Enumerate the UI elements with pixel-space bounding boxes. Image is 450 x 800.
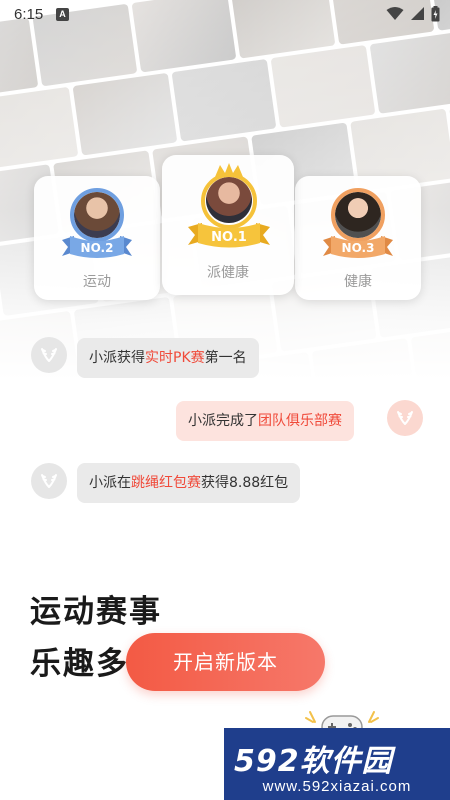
watermark-url: www.592xiazai.com: [262, 778, 412, 795]
notification-icon: A: [56, 8, 69, 21]
rank-card-third: NO.3 健康: [295, 176, 421, 300]
gold-medal-icon: NO.1: [188, 163, 270, 248]
rank-label: NO.2: [81, 241, 114, 255]
headline-line-1: 运动赛事: [30, 594, 162, 630]
rank-name: 派健康: [207, 265, 249, 281]
laurel-icon: [387, 400, 423, 436]
rank-label: NO.1: [211, 230, 247, 245]
rank-card-second: NO.2 运动: [34, 176, 160, 300]
rank-name: 健康: [344, 274, 372, 290]
watermark-brand: 592软件园: [234, 744, 393, 779]
rank-name: 运动: [83, 274, 111, 290]
wifi-icon: [386, 7, 404, 20]
message-bubble: 小派获得实时PK赛第一名: [77, 338, 259, 378]
message-bubble: 小派在跳绳红包赛获得8.88红包: [77, 463, 301, 503]
status-icons: [386, 6, 440, 22]
site-watermark: 592软件园 www.592xiazai.com: [224, 728, 450, 800]
status-time: 6:15: [14, 6, 44, 23]
silver-medal-icon: NO.2: [62, 188, 132, 258]
rank-card-first: NO.1 派健康: [162, 155, 294, 295]
signal-icon: [411, 7, 424, 20]
laurel-icon: [31, 463, 67, 499]
message-bubble: 小派完成了团队俱乐部赛: [176, 401, 354, 441]
headline-line-2: 乐趣多: [30, 646, 129, 682]
status-bar: 6:15 A: [0, 0, 450, 30]
laurel-icon: [31, 337, 67, 373]
bronze-medal-icon: NO.3: [323, 188, 393, 258]
rank-label: NO.3: [342, 241, 375, 255]
battery-icon: [431, 6, 440, 22]
open-new-version-button[interactable]: 开启新版本: [126, 633, 325, 691]
